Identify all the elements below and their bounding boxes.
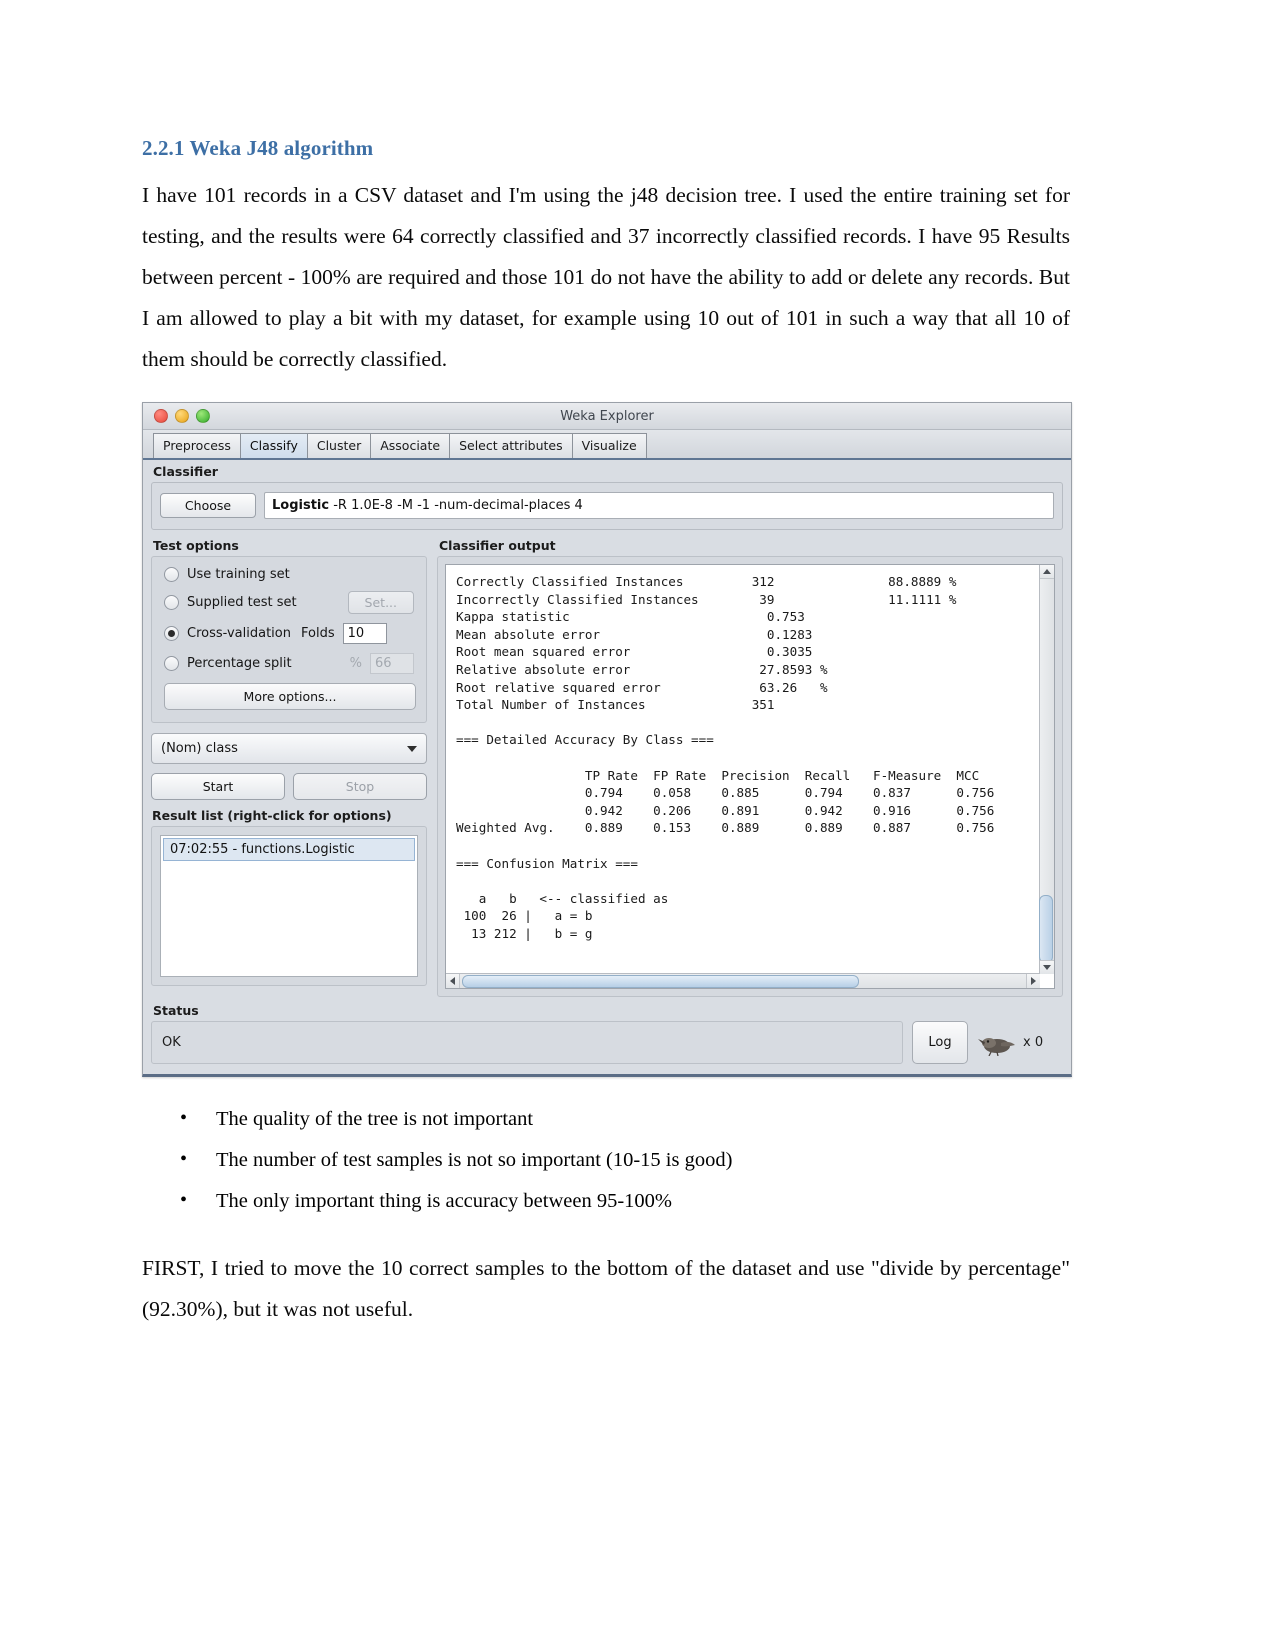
tab-preprocess[interactable]: Preprocess <box>153 433 241 458</box>
tab-visualize[interactable]: Visualize <box>571 433 647 458</box>
document-page: 2.2.1 Weka J48 algorithm I have 101 reco… <box>0 0 1275 1651</box>
radio-use-training-set-icon[interactable] <box>164 567 179 582</box>
weka-explorer-window: Weka Explorer Preprocess Classify Cluste… <box>142 402 1072 1077</box>
chevron-down-icon[interactable] <box>407 745 417 752</box>
window-title: Weka Explorer <box>560 408 654 424</box>
status-message: OK <box>151 1021 903 1064</box>
main-columns: Test options Use training set Supplied t… <box>143 536 1071 997</box>
tab-classify[interactable]: Classify <box>239 433 308 458</box>
classifier-output-text: Correctly Classified Instances 312 88.88… <box>456 574 995 941</box>
output-horizontal-scrollbar[interactable] <box>446 973 1040 988</box>
stop-button[interactable]: Stop <box>293 773 427 800</box>
log-button[interactable]: Log <box>912 1021 968 1064</box>
document-content: 2.2.1 Weka J48 algorithm I have 101 reco… <box>142 136 1072 1348</box>
tab-select-attributes[interactable]: Select attributes <box>449 433 573 458</box>
result-list-label: Result list (right-click for options) <box>152 808 392 823</box>
classifier-output-label: Classifier output <box>439 538 556 553</box>
classifier-chooser-panel: Choose Logistic -R 1.0E-8 -M -1 -num-dec… <box>151 482 1063 530</box>
list-item: The quality of the tree is not important <box>180 1098 1070 1140</box>
option-cross-validation-label: Cross-validation <box>187 626 291 641</box>
status-row: OK Log x 0 <box>151 1021 1063 1064</box>
classifier-section-label: Classifier <box>153 464 218 479</box>
option-use-training-set[interactable]: Use training set <box>164 567 414 582</box>
option-supplied-test-set-label: Supplied test set <box>187 595 297 610</box>
option-use-training-set-label: Use training set <box>187 567 290 582</box>
classifier-scheme-field[interactable]: Logistic -R 1.0E-8 -M -1 -num-decimal-pl… <box>264 492 1054 519</box>
horizontal-scroll-thumb[interactable] <box>462 975 859 988</box>
window-titlebar: Weka Explorer <box>143 403 1071 430</box>
option-cross-validation[interactable]: Cross-validation Folds 10 <box>164 623 414 644</box>
radio-supplied-test-set-icon[interactable] <box>164 595 179 610</box>
weka-bird-icon <box>977 1030 1019 1056</box>
scroll-right-icon[interactable] <box>1026 974 1040 988</box>
status-section: Status OK Log x 0 <box>143 997 1071 1074</box>
tabbar: Preprocess Classify Cluster Associate Se… <box>143 430 1071 460</box>
set-button[interactable]: Set... <box>347 591 414 614</box>
folds-input[interactable]: 10 <box>342 623 387 644</box>
tab-cluster[interactable]: Cluster <box>306 433 372 458</box>
option-percentage-split-label: Percentage split <box>187 656 292 671</box>
start-button[interactable]: Start <box>151 773 285 800</box>
list-item: The only important thing is accuracy bet… <box>180 1180 1070 1222</box>
right-column: Classifier output Correctly Classified I… <box>437 536 1063 997</box>
left-column: Test options Use training set Supplied t… <box>151 536 427 997</box>
folds-label: Folds <box>300 626 335 641</box>
list-item: The number of test samples is not so imp… <box>180 1139 1070 1181</box>
weka-bird-area: x 0 <box>977 1021 1063 1064</box>
more-options-button[interactable]: More options... <box>164 683 416 710</box>
percent-sign-label: % <box>349 656 362 671</box>
radio-cross-validation-icon[interactable] <box>164 626 179 641</box>
choose-button[interactable]: Choose <box>160 493 256 518</box>
bird-counter-label: x 0 <box>1023 1035 1044 1050</box>
classifier-scheme-name: Logistic <box>272 498 330 513</box>
intro-paragraph: I have 101 records in a CSV dataset and … <box>142 183 1070 371</box>
classifier-output-area[interactable]: Correctly Classified Instances 312 88.88… <box>445 564 1055 989</box>
scroll-left-icon[interactable] <box>446 974 460 988</box>
classifier-output-panel: Correctly Classified Instances 312 88.88… <box>437 556 1063 997</box>
scroll-up-icon[interactable] <box>1040 565 1054 579</box>
option-percentage-split[interactable]: Percentage split % 66 <box>164 653 414 674</box>
requirements-list: The quality of the tree is not important… <box>142 1098 1070 1222</box>
percentage-split-input[interactable]: 66 <box>370 653 414 674</box>
result-list-panel: 07:02:55 - functions.Logistic <box>151 826 427 986</box>
classifier-scheme-options: -R 1.0E-8 -M -1 -num-decimal-places 4 <box>333 498 583 513</box>
class-attribute-value: (Nom) class <box>161 741 238 756</box>
scroll-down-icon[interactable] <box>1040 960 1054 974</box>
option-supplied-test-set[interactable]: Supplied test set Set... <box>164 591 414 614</box>
list-item[interactable]: 07:02:55 - functions.Logistic <box>163 838 415 861</box>
test-options-panel: Use training set Supplied test set Set..… <box>151 556 427 723</box>
class-attribute-select[interactable]: (Nom) class <box>151 733 427 764</box>
test-options-label: Test options <box>153 538 239 553</box>
radio-percentage-split-icon[interactable] <box>164 656 179 671</box>
status-label: Status <box>153 1003 199 1018</box>
run-controls: Start Stop <box>151 773 427 800</box>
tab-associate[interactable]: Associate <box>370 433 451 458</box>
result-list[interactable]: 07:02:55 - functions.Logistic <box>160 835 418 977</box>
vertical-scroll-thumb[interactable] <box>1039 895 1053 963</box>
output-vertical-scrollbar[interactable] <box>1039 565 1054 974</box>
page-title: 2.2.1 Weka J48 algorithm <box>142 136 374 160</box>
closing-paragraph: FIRST, I tried to move the 10 correct sa… <box>142 1256 1070 1321</box>
